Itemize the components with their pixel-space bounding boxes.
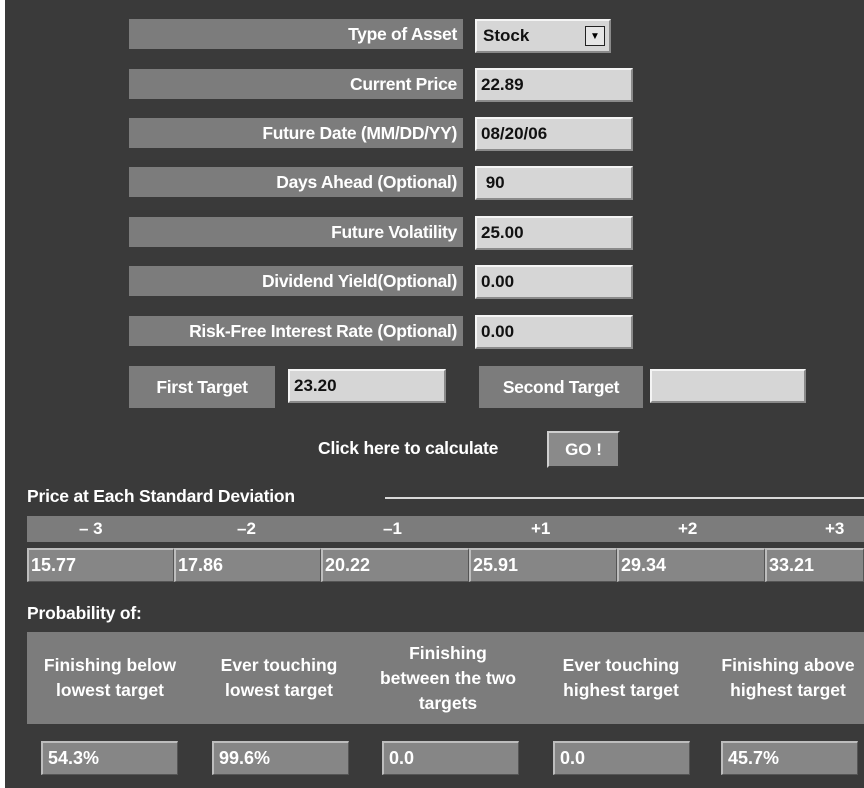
std-dev-header-bar [27, 516, 864, 542]
asset-type-value: Stock [483, 26, 530, 45]
probability-header: Ever touching highest target [562, 655, 680, 700]
probability-value: 54.3% [41, 741, 178, 775]
future-volatility-label: Future Volatility [129, 217, 463, 247]
future-volatility-input[interactable]: 25.00 [475, 216, 633, 250]
asset-type-label: Type of Asset [129, 19, 463, 49]
std-dev-value: 25.91 [469, 548, 617, 582]
std-dev-value: 15.77 [27, 548, 174, 582]
divider [385, 497, 864, 499]
risk-free-rate-input[interactable]: 0.00 [475, 315, 633, 349]
probability-value: 0.0 [382, 741, 519, 775]
probability-value: 0.0 [553, 741, 690, 775]
future-date-label: Future Date (MM/DD/YY) [129, 118, 463, 148]
first-target-label: First Target [129, 366, 275, 408]
second-target-label: Second Target [479, 366, 643, 408]
std-dev-value: 17.86 [174, 548, 321, 582]
current-price-input[interactable]: 22.89 [475, 68, 633, 102]
probability-header: Finishing above highest target [721, 655, 855, 700]
dividend-yield-label: Dividend Yield(Optional) [129, 266, 463, 296]
calculate-prompt: Click here to calculate [318, 438, 499, 458]
go-button[interactable]: GO ! [547, 431, 620, 468]
std-dev-header: –1 [383, 519, 402, 538]
std-dev-header: –2 [237, 519, 256, 538]
current-price-label: Current Price [129, 69, 463, 99]
dividend-yield-input[interactable]: 0.00 [475, 265, 633, 299]
std-dev-header: +1 [531, 519, 551, 538]
std-dev-header: +3 [825, 519, 845, 538]
first-target-input[interactable]: 23.20 [288, 369, 446, 403]
probability-header: Finishing between the two targets [379, 642, 517, 713]
risk-free-rate-label: Risk-Free Interest Rate (Optional) [129, 316, 463, 346]
chevron-down-icon[interactable]: ▼ [585, 26, 605, 46]
days-ahead-label: Days Ahead (Optional) [129, 167, 463, 197]
std-dev-title: Price at Each Standard Deviation [27, 486, 295, 506]
asset-type-select[interactable]: Stock ▼ [475, 19, 611, 53]
std-dev-header: – 3 [79, 519, 103, 538]
second-target-input[interactable] [650, 369, 806, 403]
days-ahead-input[interactable]: 90 [475, 166, 633, 200]
std-dev-header: +2 [678, 519, 698, 538]
std-dev-value: 29.34 [617, 548, 765, 582]
probability-title: Probability of: [27, 603, 142, 623]
calculator-window: Type of Asset Stock ▼ Current Price 22.8… [5, 0, 864, 788]
std-dev-value: 33.21 [765, 548, 864, 582]
probability-value: 99.6% [212, 741, 349, 775]
probability-header: Finishing below lowest target [43, 655, 177, 700]
std-dev-value: 20.22 [321, 548, 469, 582]
probability-header: Ever touching lowest target [220, 655, 338, 700]
future-date-input[interactable]: 08/20/06 [475, 117, 633, 151]
probability-value: 45.7% [721, 741, 858, 775]
